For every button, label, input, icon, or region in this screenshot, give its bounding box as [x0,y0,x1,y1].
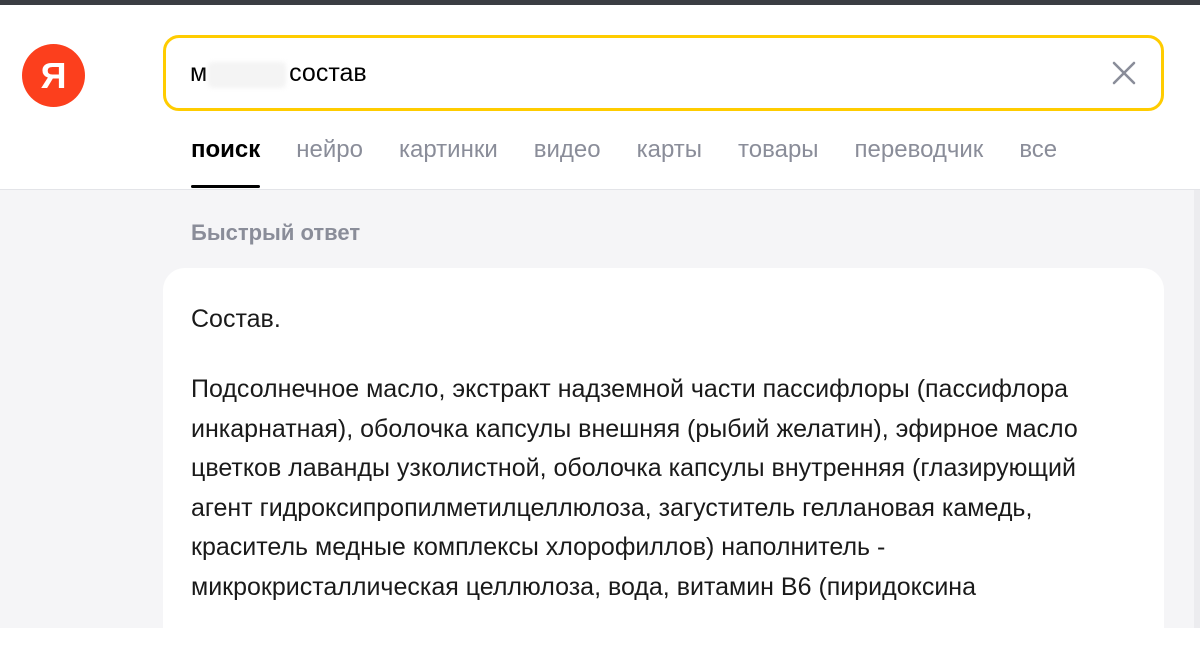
quick-answer-card: Состав. Подсолнечное масло, экстракт над… [163,268,1164,668]
quick-answer-text: Подсолнечное масло, экстракт надземной ч… [191,375,1078,601]
tab-neuro[interactable]: нейро [296,130,363,188]
tab-video[interactable]: видео [534,130,601,188]
search-query-redaction [208,62,286,88]
quick-answer-heading: Состав. [191,305,281,333]
search-box[interactable] [163,35,1164,111]
search-input[interactable] [190,38,1090,108]
search-tabs: поиск нейро картинки видео карты товары … [191,130,1093,188]
logo-letter: Я [40,54,67,96]
tab-images[interactable]: картинки [399,130,498,188]
tab-all[interactable]: все [1019,130,1057,188]
clear-search-button[interactable] [1109,58,1139,88]
tab-products[interactable]: товары [738,130,819,188]
close-icon [1112,61,1136,85]
yandex-logo[interactable]: Я [22,44,85,107]
tab-translator[interactable]: переводчик [855,130,984,188]
tab-maps[interactable]: карты [637,130,702,188]
right-panel-edge [1194,190,1200,628]
tab-search[interactable]: поиск [191,130,261,188]
quick-answer-label: Быстрый ответ [191,220,361,245]
search-header: Я поиск нейро картинки видео карты товар… [0,5,1200,190]
